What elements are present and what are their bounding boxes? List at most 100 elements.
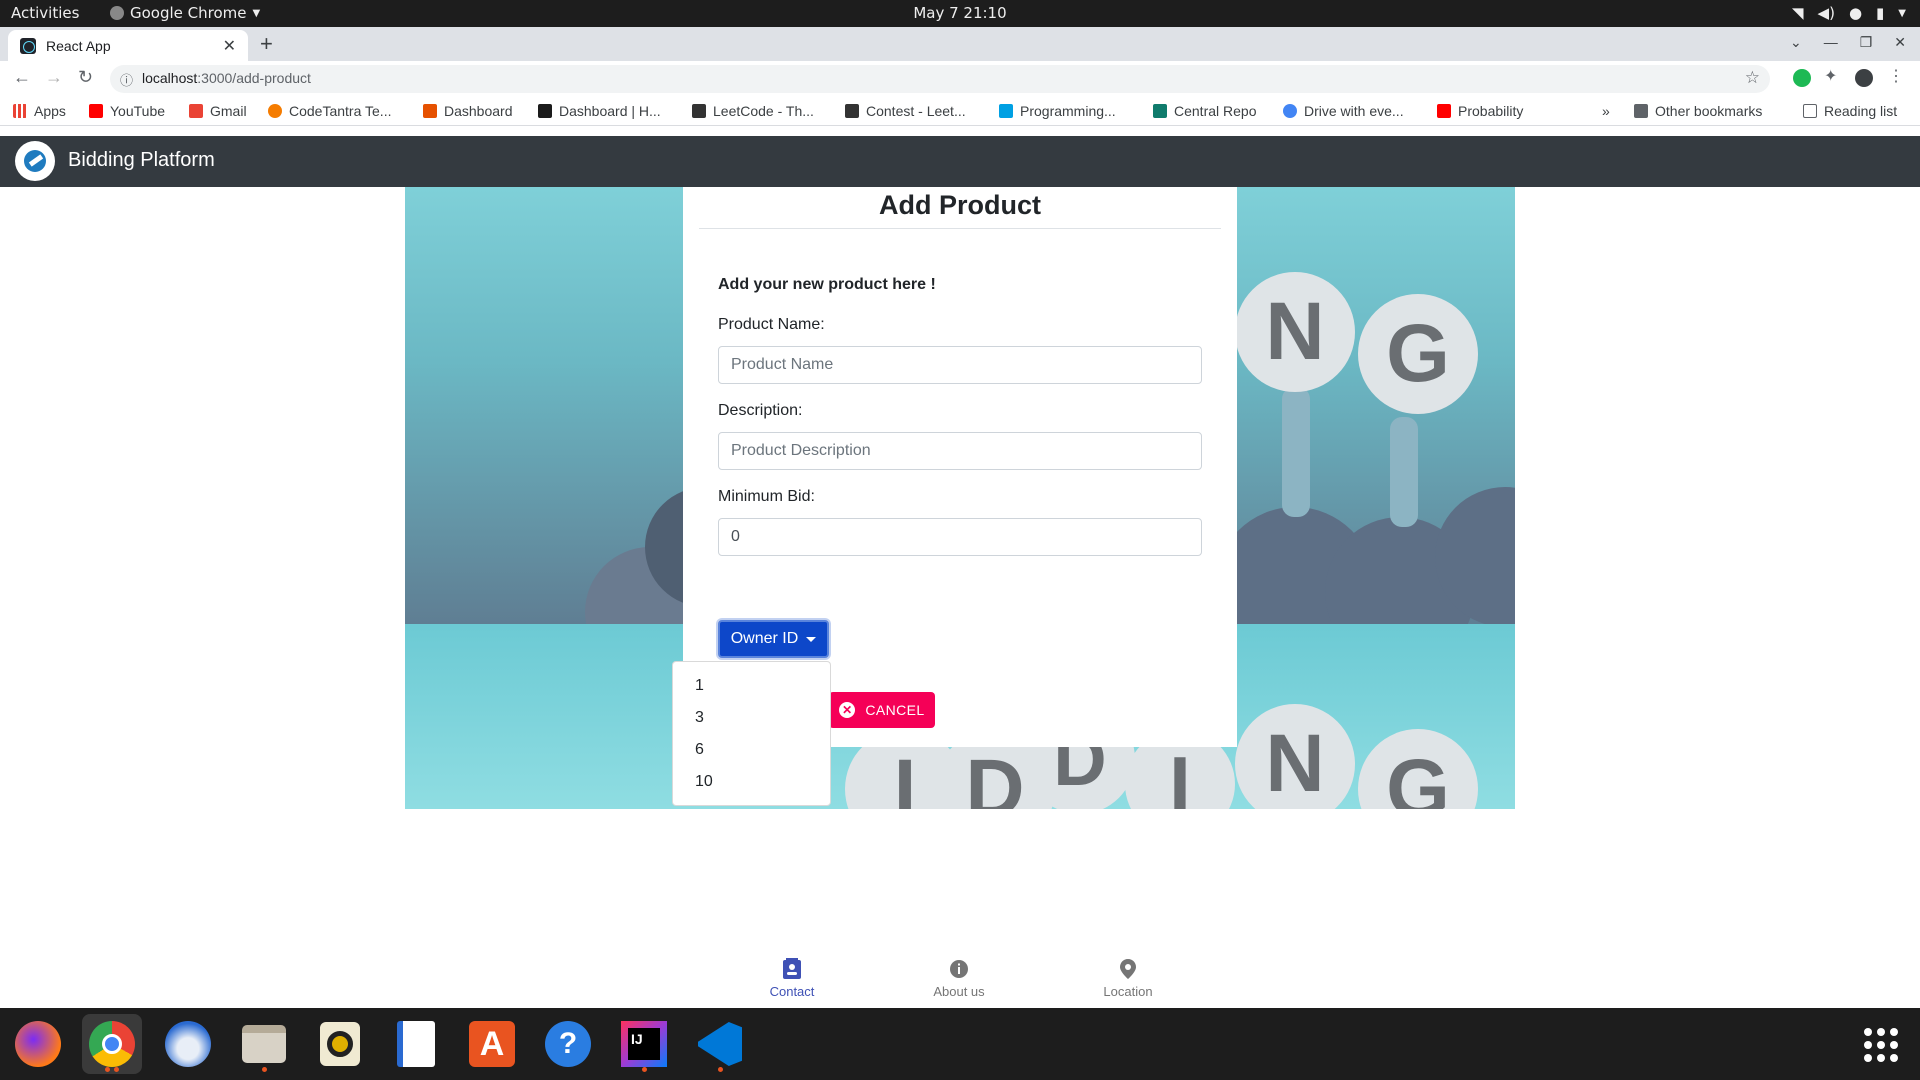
bottom-nav-about[interactable]: About us [914,958,1004,999]
banner-letter-sign: N [1235,272,1355,392]
ubuntu-dock: A ? IJ [0,1008,1920,1080]
owner-option[interactable]: 3 [673,702,830,734]
owner-option[interactable]: 6 [673,734,830,766]
browser-toolbar: ← → ↻ ⓘ localhost:3000/add-product ☆ ✦ ⋮ [0,61,1920,97]
url-path: :3000/add-product [197,70,311,86]
files-icon[interactable] [234,1014,294,1074]
description-input[interactable] [718,432,1202,470]
hand-shape [1390,417,1418,527]
leetcode-icon [845,104,859,118]
system-tray[interactable]: ◥ ◀) ● ▮ ▼ [1792,4,1906,22]
bottom-nav-label: About us [933,984,985,999]
intellij-icon[interactable]: IJ [614,1014,674,1074]
software-center-icon[interactable]: A [462,1014,522,1074]
firefox-icon[interactable] [8,1014,68,1074]
location-pin-icon [1120,959,1136,979]
owner-id-label: Owner ID [730,630,799,647]
window-controls: ⌄ — ❐ ✕ [1790,34,1906,51]
chevron-down-icon: ▼ [1898,7,1906,19]
more-menu-icon[interactable]: ⋮ [1888,66,1906,85]
reading-list[interactable]: Reading list [1803,103,1897,119]
clock[interactable]: May 7 21:10 [0,4,1920,22]
writer-icon[interactable] [386,1014,446,1074]
codetantra-icon [268,104,282,118]
bookmark-youtube[interactable]: YouTube [89,103,165,119]
url-host: localhost [142,70,198,86]
banner-letter-sign: G [1358,729,1478,809]
chrome-icon[interactable] [82,1014,142,1074]
running-indicator [718,1067,723,1072]
bookmarks-bar: Apps YouTube Gmail CodeTantra Te... Dash… [0,97,1920,126]
more-bookmarks-button[interactable]: » [1602,103,1610,119]
site-info-icon[interactable]: ⓘ [120,70,133,89]
app-navbar: Bidding Platform [0,136,1920,187]
reload-icon[interactable]: ↻ [78,67,93,88]
product-name-label: Product Name: [718,316,825,333]
owner-option[interactable]: 10 [673,766,830,798]
minimize-icon[interactable]: — [1824,34,1838,51]
other-bookmarks[interactable]: Other bookmarks [1634,103,1762,119]
description-label: Description: [718,402,803,419]
owner-id-dropdown-button[interactable]: Owner ID [718,620,829,658]
react-favicon-icon [20,37,36,54]
reading-list-icon [1803,104,1817,118]
vscode-icon[interactable] [690,1014,750,1074]
new-tab-button[interactable]: + [260,31,273,57]
youtube-icon [89,104,103,118]
minimum-bid-label: Minimum Bid: [718,488,815,505]
close-tab-icon[interactable]: ✕ [223,36,236,56]
youtube-icon [1437,104,1451,118]
brand-title[interactable]: Bidding Platform [68,149,215,172]
bookmark-dashboard-h[interactable]: Dashboard | H... [538,103,661,119]
grammarly-extension-icon[interactable] [1793,69,1811,87]
browser-tab[interactable]: React App ✕ [8,30,248,61]
bookmark-contest[interactable]: Contest - Leet... [845,103,966,119]
tab-search-icon[interactable]: ⌄ [1790,34,1802,51]
minimum-bid-input[interactable] [718,518,1202,556]
maximize-icon[interactable]: ❐ [1860,34,1873,51]
profile-avatar[interactable] [1855,69,1873,87]
system-top-bar: Activities Google Chrome ▼ May 7 21:10 ◥… [0,0,1920,27]
show-applications-icon[interactable] [1864,1028,1898,1062]
thunderbird-icon[interactable] [158,1014,218,1074]
bookmark-dashboard[interactable]: Dashboard [423,103,513,119]
rhythmbox-icon[interactable] [310,1014,370,1074]
forward-arrow-icon[interactable]: → [45,67,63,88]
sharepoint-icon [1153,104,1167,118]
bookmark-probability[interactable]: Probability [1437,103,1523,119]
banner-letter-sign: N [1235,704,1355,809]
cancel-label: CANCEL [865,702,925,718]
bookmark-codetantra[interactable]: CodeTantra Te... [268,103,391,119]
bottom-nav-location[interactable]: Location [1083,958,1173,999]
running-indicator [262,1067,267,1072]
form-subtitle: Add your new product here ! [718,276,936,293]
bottom-nav-contact[interactable]: Contact [747,958,837,999]
apps-grid-icon [13,104,27,118]
help-icon[interactable]: ? [538,1014,598,1074]
microphone-icon: ● [1848,4,1863,22]
bookmark-drive[interactable]: Drive with eve... [1283,103,1404,119]
back-arrow-icon[interactable]: ← [13,67,31,88]
dashboard-icon [423,104,437,118]
interviewbit-icon [999,104,1013,118]
running-indicator [105,1067,110,1072]
product-name-input[interactable] [718,346,1202,384]
google-icon [1283,104,1297,118]
address-bar[interactable]: ⓘ localhost:3000/add-product ☆ [110,65,1770,93]
extensions-puzzle-icon[interactable]: ✦ [1824,66,1842,85]
running-indicator [114,1067,119,1072]
volume-icon: ◀) [1817,4,1835,22]
bookmark-apps[interactable]: Apps [13,103,66,119]
bookmark-gmail[interactable]: Gmail [189,103,247,119]
brand-logo-icon[interactable] [15,141,55,181]
bookmark-leetcode[interactable]: LeetCode - Th... [692,103,814,119]
cancel-button[interactable]: ✕ CANCEL [829,692,935,728]
battery-icon: ▮ [1876,4,1885,22]
bookmark-star-icon[interactable]: ☆ [1745,68,1760,88]
bookmark-programming[interactable]: Programming... [999,103,1116,119]
owner-option[interactable]: 1 [673,670,830,702]
wifi-icon: ◥ [1792,4,1804,22]
owner-id-dropdown-menu: 1 3 6 10 [672,661,831,806]
bookmark-central-repo[interactable]: Central Repo [1153,103,1257,119]
close-window-icon[interactable]: ✕ [1894,34,1906,51]
